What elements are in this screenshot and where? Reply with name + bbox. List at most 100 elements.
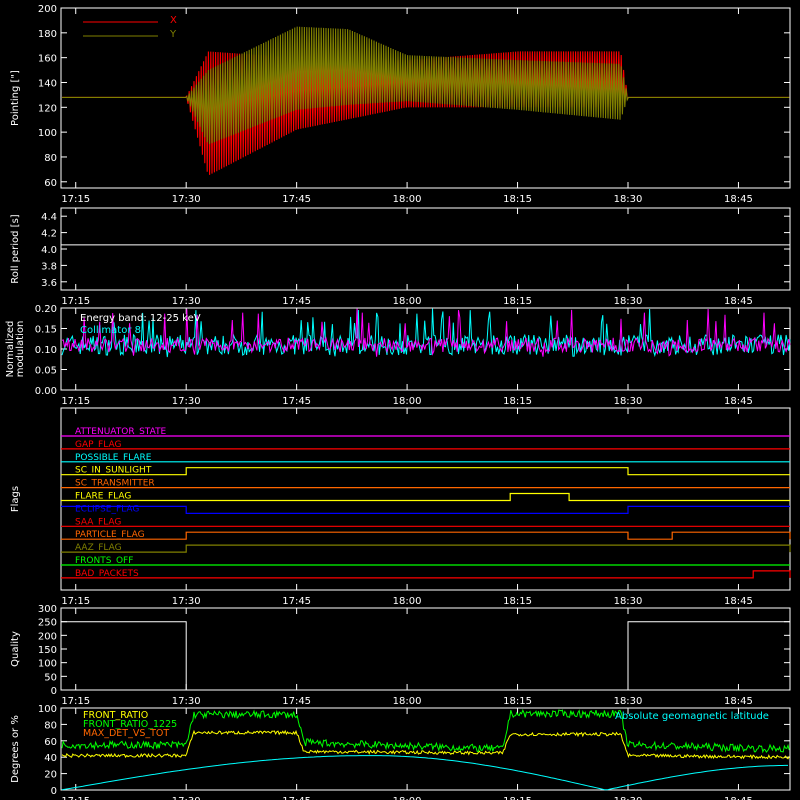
x-tick-label-1845: 18:45: [724, 596, 753, 607]
figure: 17:15 17:30 17:45 18:00 18:15 18:30 18:45 60 80 1…: [5, 4, 791, 800]
y-tick-label: 0: [51, 786, 57, 797]
x-tick-label-1745: 17:45: [282, 396, 311, 407]
x-tick-label-1745: 17:45: [282, 596, 311, 607]
flag-label-sc_in_sunlight: SC_IN_SUNLIGHT: [75, 466, 152, 476]
y-tick-label: 3.8: [41, 261, 57, 272]
x-tick-label-1815: 18:15: [503, 696, 532, 707]
x-tick-label-1715: 17:15: [61, 696, 90, 707]
legend-label-x: X: [170, 15, 177, 26]
x-tick-label-1815: 18:15: [503, 296, 532, 307]
x-tick-label-1715: 17:15: [61, 596, 90, 607]
x-tick-label-1730: 17:30: [172, 296, 201, 307]
y-tick-label: 180: [38, 29, 57, 40]
y-axis-label: Quality: [10, 631, 21, 667]
y-tick-label: 150: [38, 645, 57, 656]
y-tick-label: 200: [38, 631, 57, 642]
flag-label-possible_flare: POSSIBLE_FLARE: [75, 453, 152, 463]
y-tick-label: 0.05: [35, 366, 57, 377]
x-tick-label-1800: 18:00: [393, 396, 422, 407]
series-line-y: [62, 26, 790, 145]
x-tick-label-1745: 17:45: [282, 194, 311, 205]
x-tick-label-1730: 17:30: [172, 796, 201, 800]
y-tick-label: 0.15: [35, 325, 57, 336]
x-tick-label-1730: 17:30: [172, 194, 201, 205]
x-tick-label-1715: 17:15: [61, 194, 90, 205]
x-tick-label-1800: 18:00: [393, 696, 422, 707]
y-tick-label: 250: [38, 618, 57, 629]
flag-label-aaz_flag: AAZ_FLAG: [75, 543, 122, 553]
x-tick-label-1800: 18:00: [393, 596, 422, 607]
y-tick-label: 120: [38, 103, 57, 114]
y-tick-label: 40: [44, 753, 57, 764]
x-tick-label-1815: 18:15: [503, 796, 532, 800]
collimator-annotation: Collimator 8: [80, 325, 141, 336]
y-axis-label: Degrees or %: [10, 715, 21, 783]
y-tick-label: 140: [38, 78, 57, 89]
y-tick-label: 20: [44, 770, 57, 781]
x-tick-label-1845: 18:45: [724, 194, 753, 205]
y-tick-label: 80: [44, 720, 57, 731]
x-tick-label-1830: 18:30: [614, 396, 643, 407]
flag-label-flare_flag: FLARE_FLAG: [75, 492, 131, 502]
flag-label-sc_transmitter: SC_TRANSMITTER: [75, 479, 155, 489]
flag-line-sc_in_sunlight: [61, 467, 790, 476]
y-tick-label: 4.2: [41, 229, 57, 240]
x-tick-label-1830: 18:30: [614, 696, 643, 707]
x-tick-label-1715: 17:15: [61, 296, 90, 307]
y-tick-label: 4.4: [41, 212, 57, 223]
flag-label-fronts_off: FRONTS_OFF: [75, 556, 133, 566]
flag-line-bad_packets: [61, 570, 791, 579]
y-tick-label: 50: [44, 672, 57, 683]
series-front_ratio: [61, 729, 790, 760]
x-tick-label-1715: 17:15: [61, 796, 90, 800]
legend-label-y: Y: [169, 29, 177, 40]
flag-label-attenuator_state: ATTENUATOR_STATE: [75, 427, 167, 437]
x-tick-label-1830: 18:30: [614, 194, 643, 205]
x-tick-label-1800: 18:00: [393, 296, 422, 307]
x-tick-label-1745: 17:45: [282, 696, 311, 707]
flag-label-eclipse_flag: ECLIPSE_FLAG: [75, 504, 139, 514]
x-tick-label-1845: 18:45: [724, 296, 753, 307]
x-tick-label-1815: 18:15: [503, 194, 532, 205]
x-tick-label-1815: 18:15: [503, 596, 532, 607]
flag-line-eclipse_flag: [61, 505, 790, 515]
x-tick-label-1830: 18:30: [614, 796, 643, 800]
y-tick-label: 4.0: [41, 245, 57, 256]
y-axis-label: Pointing ["]: [10, 70, 21, 126]
y-tick-label: 200: [38, 4, 57, 15]
x-tick-label-1730: 17:30: [172, 696, 201, 707]
y-tick-label: 80: [44, 153, 57, 164]
quality-line: [61, 621, 790, 691]
x-tick-label-1730: 17:30: [172, 596, 201, 607]
flag-label-particle_flag: PARTICLE_FLAG: [75, 530, 145, 540]
flag-line-particle_flag: [61, 531, 791, 540]
y-tick-label: 100: [38, 704, 57, 715]
x-tick-label-1745: 17:45: [282, 296, 311, 307]
y-tick-label: 60: [44, 737, 57, 748]
x-tick-label-1830: 18:30: [614, 596, 643, 607]
latitude-annotation: Absolute geomagnetic latitude: [615, 711, 769, 722]
x-tick-label-1800: 18:00: [393, 194, 422, 205]
y-tick-label: 300: [38, 604, 57, 615]
panel-frame-1: [60, 207, 791, 291]
flag-label-saa_flag: SAA_FLAG: [75, 517, 121, 527]
flag-label-gap_flag: GAP_FLAG: [75, 440, 121, 450]
x-tick-label-1830: 18:30: [614, 296, 643, 307]
y-tick-label: 0.10: [35, 345, 57, 356]
flag-line-flare_flag: [61, 492, 790, 502]
energy-band-annotation: Energy band: 12-25 keV: [80, 313, 201, 324]
y-tick-label: 0: [51, 686, 57, 697]
y-tick-label: 100: [38, 128, 57, 139]
y-tick-label: 0.20: [35, 304, 57, 315]
x-tick-label-1845: 18:45: [724, 696, 753, 707]
x-tick-label-1845: 18:45: [724, 396, 753, 407]
y-tick-label: 100: [38, 659, 57, 670]
y-tick-label: 3.6: [41, 278, 57, 289]
y-tick-label: 60: [44, 178, 57, 189]
flag-line-aaz_flag: [61, 544, 791, 553]
x-tick-label-1715: 17:15: [61, 396, 90, 407]
series-absolute-geomagnetic-latitude: [61, 755, 788, 791]
y-tick-label: 0.00: [35, 386, 57, 397]
panel-frame-4: [60, 607, 791, 691]
legend-max_det_vs_tot: MAX_DET_VS_TOT: [83, 728, 169, 739]
